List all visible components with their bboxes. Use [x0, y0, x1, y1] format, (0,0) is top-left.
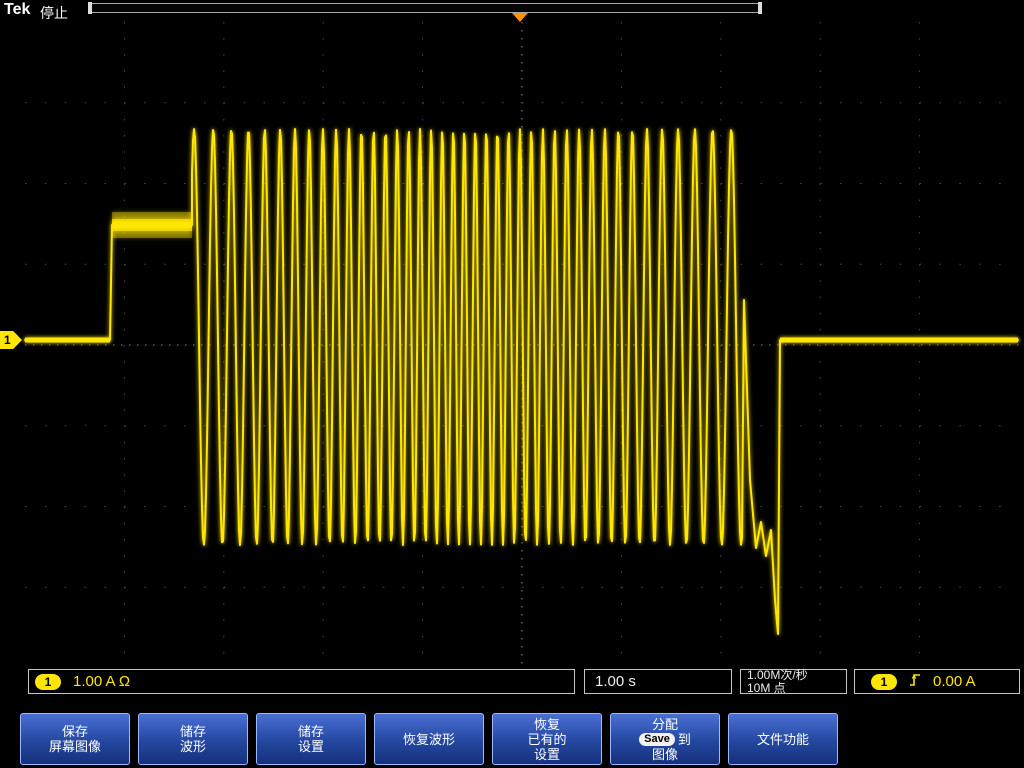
bottom-menu-bar: 保存屏幕图像储存波形储存设置恢复波形恢复已有的设置分配Save到图像文件功能 1… — [0, 710, 1024, 768]
menu-button-file-utilities[interactable]: 文件功能 — [728, 713, 838, 765]
horizontal-scale-readout: 1.00 s — [595, 673, 636, 690]
record-length-readout: 10M 点 — [747, 682, 786, 694]
horizontal-scale-box: 1.00 s — [584, 669, 732, 694]
menu-buttons: 保存屏幕图像储存波形储存设置恢复波形恢复已有的设置分配Save到图像文件功能 — [20, 713, 838, 765]
trigger-readout-box: 1 0.00 A — [854, 669, 1020, 694]
sample-rate-readout: 1.00M次/秒 — [747, 669, 808, 681]
tek-logo: Tek — [4, 1, 30, 19]
menu-button-save-waveform[interactable]: 储存波形 — [138, 713, 248, 765]
menu-button-save-setup[interactable]: 储存设置 — [256, 713, 366, 765]
save-badge: Save — [639, 733, 675, 746]
trigger-slope-icon — [909, 672, 921, 692]
channel1-readout-box: 1 1.00 A Ω — [28, 669, 575, 694]
trigger-position-marker[interactable] — [512, 13, 528, 22]
top-bar: Tek 停止 — [0, 0, 1024, 22]
acquisition-status: 停止 — [40, 3, 68, 23]
menu-button-assign-save-to-image[interactable]: 分配Save到图像 — [610, 713, 720, 765]
acquisition-info-box: 1.00M次/秒 10M 点 — [740, 669, 847, 694]
trigger-level-readout: 0.00 A — [933, 673, 976, 690]
menu-button-recall-waveform[interactable]: 恢复波形 — [374, 713, 484, 765]
scope-display — [0, 0, 1024, 768]
acquisition-position-bar — [88, 3, 762, 13]
channel1-badge: 1 — [35, 674, 61, 690]
oscilloscope-screen: Tek 停止 1 1 1.00 A Ω 1.00 s 1.00M次/秒 10M … — [0, 0, 1024, 768]
trigger-source-badge: 1 — [871, 674, 897, 690]
menu-button-save-screen-image[interactable]: 保存屏幕图像 — [20, 713, 130, 765]
channel1-scale-readout: 1.00 A Ω — [73, 673, 130, 690]
channel1-marker-label: 1 — [4, 333, 11, 347]
menu-button-recall-existing-setup[interactable]: 恢复已有的设置 — [492, 713, 602, 765]
